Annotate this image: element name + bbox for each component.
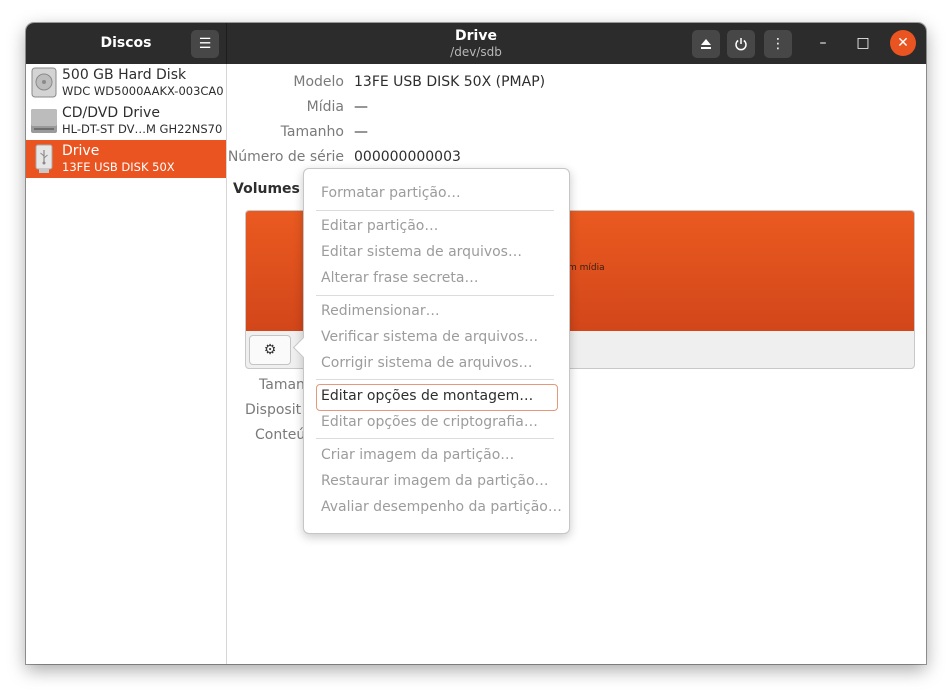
- volume-size-label: Taman: [259, 377, 305, 393]
- disk-item-cd-dvd[interactable]: CD/DVD Drive HL-DT-ST DV…M GH22NS70: [26, 102, 226, 140]
- menu-separator: [316, 295, 554, 296]
- size-value: —: [354, 124, 368, 140]
- drive-path: /dev/sdb: [450, 45, 502, 59]
- partition-label: m mídia: [568, 263, 605, 273]
- menu-item-format-partition[interactable]: Formatar partição…: [321, 184, 461, 202]
- power-off-button[interactable]: [727, 30, 755, 58]
- window-title: Drive /dev/sdb: [376, 28, 576, 60]
- serial-label: Número de série: [227, 149, 344, 165]
- serial-value: 000000000003: [354, 149, 461, 165]
- menu-item-change-passphrase[interactable]: Alterar frase secreta…: [321, 269, 478, 287]
- menu-separator: [316, 210, 554, 211]
- menu-separator: [316, 379, 554, 380]
- minimize-icon: –: [819, 35, 827, 51]
- power-icon: [735, 38, 747, 51]
- disk-list: 500 GB Hard Disk WDC WD5000AAKX-003CA0 C…: [26, 64, 227, 664]
- disk-model: WDC WD5000AAKX-003CA0: [62, 84, 224, 98]
- volumes-heading: Volumes: [233, 181, 300, 197]
- model-value: 13FE USB DISK 50X (PMAP): [354, 74, 546, 90]
- drive-title: Drive: [455, 28, 497, 44]
- menu-item-check-filesystem[interactable]: Verificar sistema de arquivos…: [321, 328, 538, 346]
- menu-item-repair-filesystem[interactable]: Corrigir sistema de arquivos…: [321, 354, 533, 372]
- media-label: Mídia: [306, 99, 344, 115]
- disk-model: HL-DT-ST DV…M GH22NS70: [62, 122, 223, 136]
- menu-item-resize[interactable]: Redimensionar…: [321, 302, 440, 320]
- model-label: Modelo: [293, 74, 344, 90]
- sidebar-header: Discos ☰: [26, 23, 227, 64]
- optical-drive-icon: [31, 109, 57, 133]
- hard-disk-icon: [31, 67, 57, 98]
- disk-item-hard-disk[interactable]: 500 GB Hard Disk WDC WD5000AAKX-003CA0: [26, 64, 226, 102]
- media-value: —: [354, 99, 368, 115]
- menu-separator: [316, 438, 554, 439]
- menu-item-benchmark-partition[interactable]: Avaliar desempenho da partição…: [321, 498, 562, 516]
- usb-drive-icon: [35, 144, 53, 173]
- disk-item-usb-drive[interactable]: Drive 13FE USB DISK 50X: [26, 140, 226, 178]
- partition-options-menu: Formatar partição… Editar partição… Edit…: [292, 168, 570, 534]
- menu-item-edit-filesystem[interactable]: Editar sistema de arquivos…: [321, 243, 522, 261]
- volume-contents-label: Conteú: [255, 427, 306, 443]
- header-bar: Discos ☰ Drive /dev/sdb ⋮ – □ ✕: [26, 23, 926, 64]
- eject-button[interactable]: [692, 30, 720, 58]
- close-icon: ✕: [897, 35, 909, 51]
- menu-item-edit-partition[interactable]: Editar partição…: [321, 217, 438, 235]
- hamburger-menu-button[interactable]: ☰: [191, 30, 219, 58]
- gear-icon: ⚙: [263, 342, 277, 358]
- menu-item-create-partition-image[interactable]: Criar imagem da partição…: [321, 446, 514, 464]
- menu-item-edit-mount-options[interactable]: Editar opções de montagem…: [321, 387, 533, 405]
- size-label: Tamanho: [280, 124, 344, 140]
- minimize-button[interactable]: –: [810, 30, 836, 56]
- disk-model: 13FE USB DISK 50X: [62, 160, 175, 174]
- maximize-button[interactable]: □: [850, 30, 876, 56]
- disk-name: Drive: [62, 143, 100, 159]
- vertical-dots-icon: ⋮: [771, 36, 785, 52]
- disk-name: CD/DVD Drive: [62, 105, 160, 121]
- disk-name: 500 GB Hard Disk: [62, 67, 187, 83]
- hamburger-icon: ☰: [198, 36, 212, 52]
- eject-icon: [701, 39, 711, 49]
- close-button[interactable]: ✕: [890, 30, 916, 56]
- menu-item-edit-encryption-options[interactable]: Editar opções de criptografia…: [321, 413, 538, 431]
- more-actions-button[interactable]: ⋮: [764, 30, 792, 58]
- maximize-icon: □: [856, 35, 870, 51]
- partition-options-button[interactable]: ⚙: [249, 335, 291, 365]
- menu-item-restore-partition-image[interactable]: Restaurar imagem da partição…: [321, 472, 549, 490]
- volume-device-label: Disposit: [245, 402, 302, 418]
